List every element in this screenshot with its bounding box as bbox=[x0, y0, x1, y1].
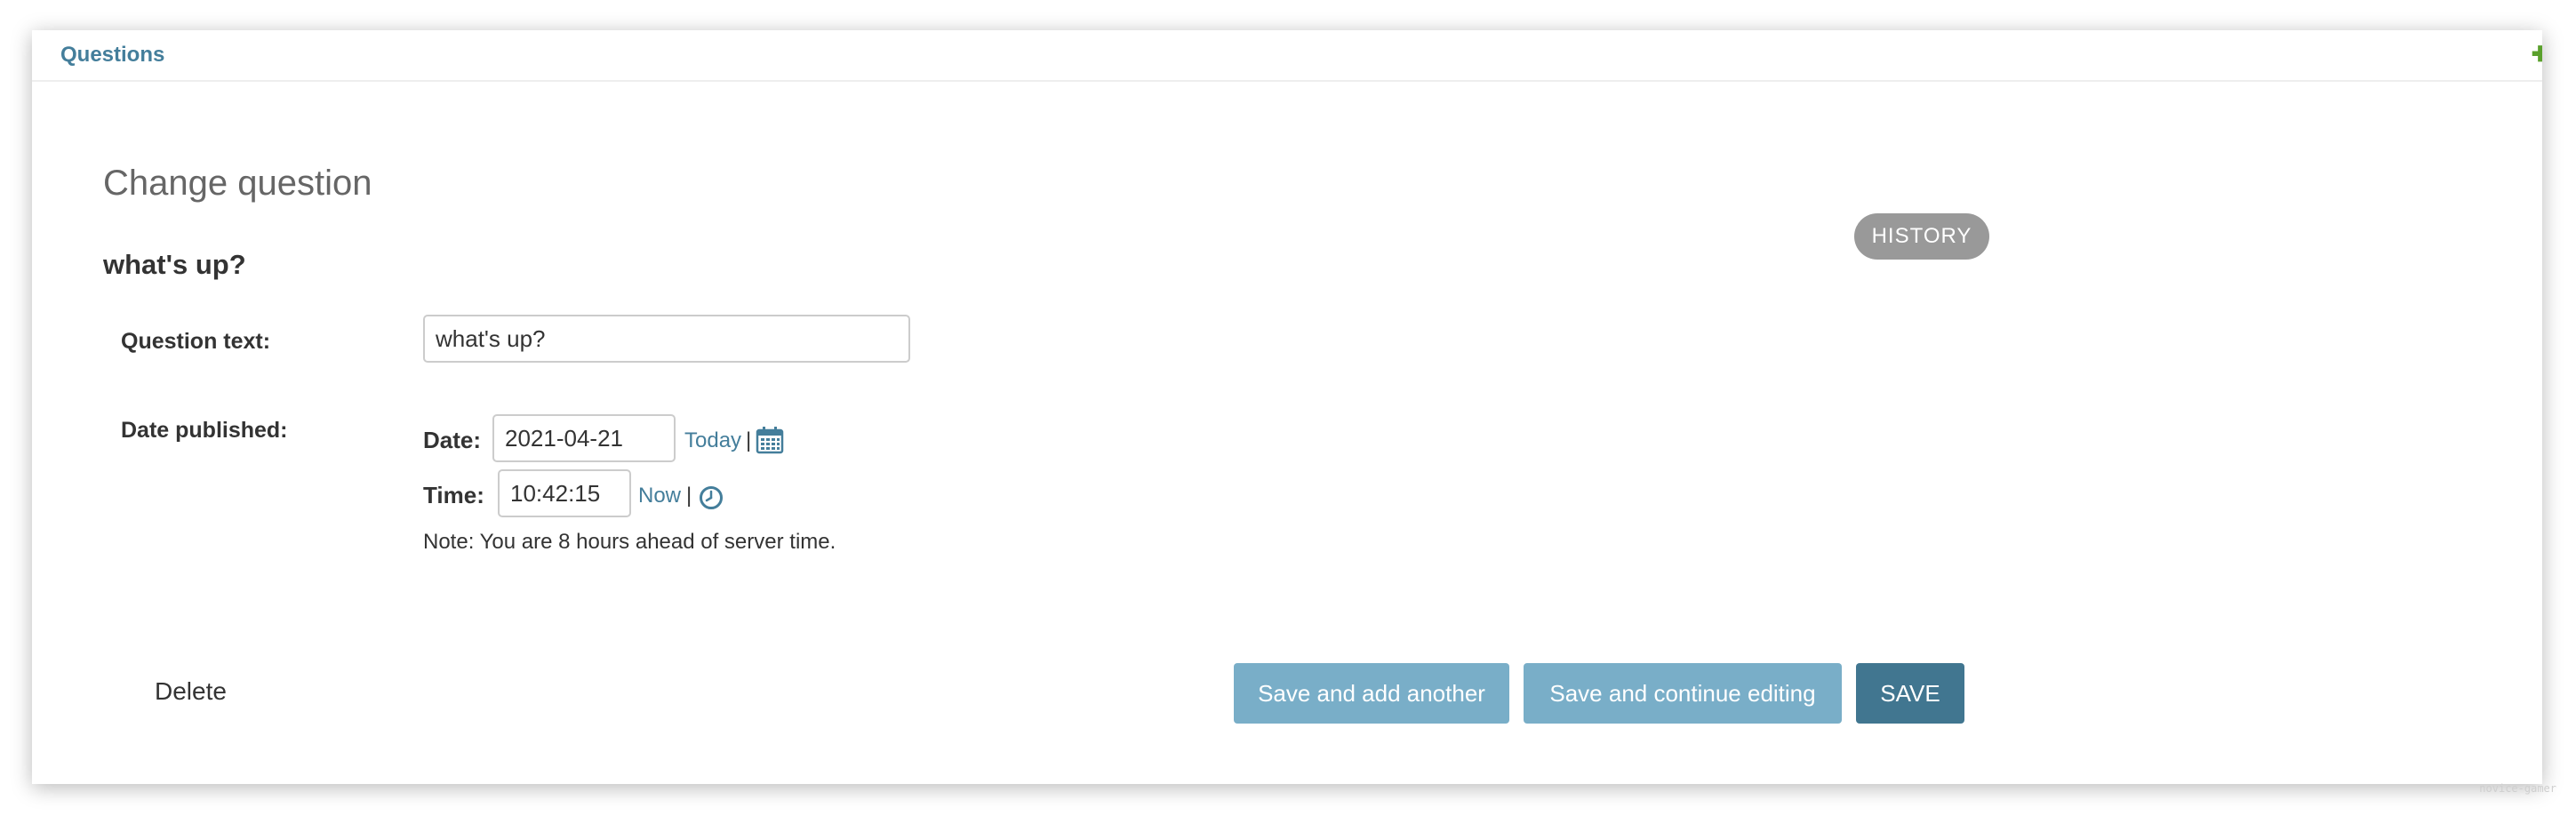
plus-icon: ✚ bbox=[2531, 43, 2542, 67]
now-link[interactable]: Now bbox=[638, 484, 681, 508]
save-and-continue-button[interactable]: Save and continue editing bbox=[1524, 663, 1842, 724]
time-label: Time: bbox=[423, 482, 484, 508]
page-title: Change question bbox=[103, 164, 372, 203]
question-text-input[interactable] bbox=[423, 315, 910, 363]
calendar-icon[interactable] bbox=[756, 426, 784, 454]
save-and-add-another-button[interactable]: Save and add another bbox=[1234, 663, 1509, 724]
question-text-label: Question text: bbox=[121, 329, 271, 354]
today-link[interactable]: Today bbox=[684, 428, 741, 453]
time-input[interactable] bbox=[498, 469, 631, 517]
watermark: novice-gamer bbox=[2479, 782, 2556, 795]
date-label: Date: bbox=[423, 427, 482, 453]
add-question-link[interactable]: ✚A bbox=[2532, 36, 2542, 75]
top-bar: Questions ✚A bbox=[32, 30, 2542, 82]
timezone-note: Note: You are 8 hours ahead of server ti… bbox=[423, 530, 836, 554]
save-button[interactable]: SAVE bbox=[1856, 663, 1964, 724]
object-title: what's up? bbox=[103, 249, 246, 280]
time-shortcut-separator: | bbox=[686, 484, 692, 508]
admin-window: Questions ✚A Change question HISTORY wha… bbox=[32, 30, 2542, 784]
delete-link[interactable]: Delete bbox=[155, 677, 227, 706]
date-published-label: Date published: bbox=[121, 418, 288, 443]
history-button[interactable]: HISTORY bbox=[1854, 213, 1989, 260]
clock-icon[interactable] bbox=[699, 485, 724, 510]
breadcrumb-questions-link[interactable]: Questions bbox=[60, 36, 164, 75]
date-shortcut-separator: | bbox=[746, 428, 752, 452]
date-input[interactable] bbox=[492, 414, 676, 462]
